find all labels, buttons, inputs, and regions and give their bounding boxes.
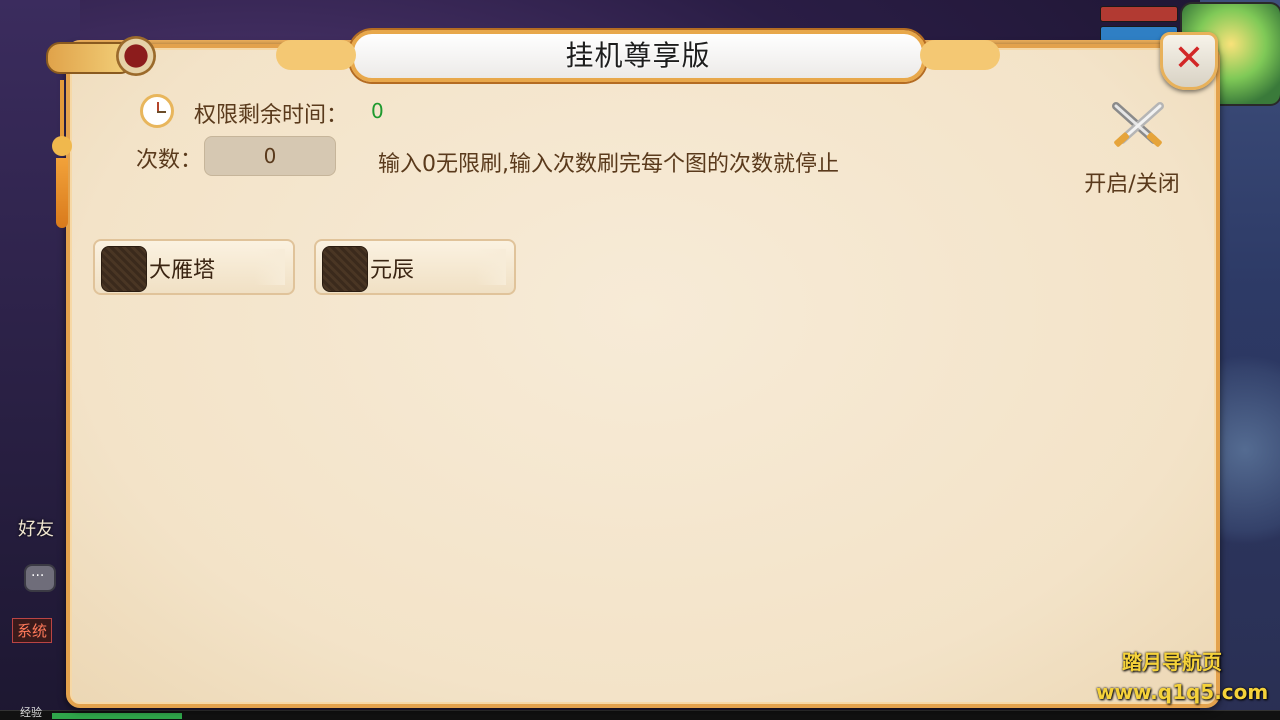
experience-fill <box>52 713 182 719</box>
horn-mouth-icon <box>116 36 156 76</box>
remaining-time-label: 权限剩余时间： <box>194 103 349 128</box>
experience-bar: 经验 <box>0 706 1280 720</box>
item-arrow-decoration <box>255 249 285 285</box>
remaining-time-value: 0 <box>371 99 384 123</box>
close-button[interactable]: ✕ <box>1160 32 1218 90</box>
watermark-title: 踏月导航页 <box>1122 650 1222 674</box>
close-icon: ✕ <box>1173 38 1205 79</box>
count-input[interactable] <box>204 136 336 176</box>
map-item-dayanta[interactable]: 大雁塔 <box>93 239 295 295</box>
tassel-cord <box>60 80 64 140</box>
panel-title: 挂机尊享版 <box>565 39 711 72</box>
count-label: 次数： <box>136 148 203 173</box>
start-stop-label: 开启/关闭 <box>1084 172 1180 197</box>
experience-label: 经验 <box>20 706 42 719</box>
watermark-url: www.q1q5.com <box>1096 680 1269 704</box>
horn-decoration <box>46 36 156 76</box>
bell-icon <box>52 136 72 156</box>
item-arrow-decoration <box>476 249 506 285</box>
crossed-swords-icon <box>1112 102 1164 147</box>
tassel-decoration <box>52 80 72 230</box>
chat-icon[interactable] <box>24 564 56 592</box>
system-channel-tag[interactable]: 系统 <box>12 618 53 643</box>
friends-button[interactable]: 好友 <box>18 515 54 541</box>
map-checkbox[interactable] <box>101 246 147 292</box>
hp-bar <box>1100 6 1178 22</box>
start-stop-button[interactable]: 开启/关闭 <box>1070 100 1190 200</box>
map-item-yuanchen[interactable]: 元辰 <box>314 239 516 295</box>
tassel-fringe <box>56 158 68 228</box>
map-label: 大雁塔 <box>149 258 216 283</box>
count-hint: 输入0无限刷,输入次数刷完每个图的次数就停止 <box>378 152 839 177</box>
map-checkbox[interactable] <box>322 246 368 292</box>
map-label: 元辰 <box>370 258 415 283</box>
clock-icon <box>140 94 174 128</box>
